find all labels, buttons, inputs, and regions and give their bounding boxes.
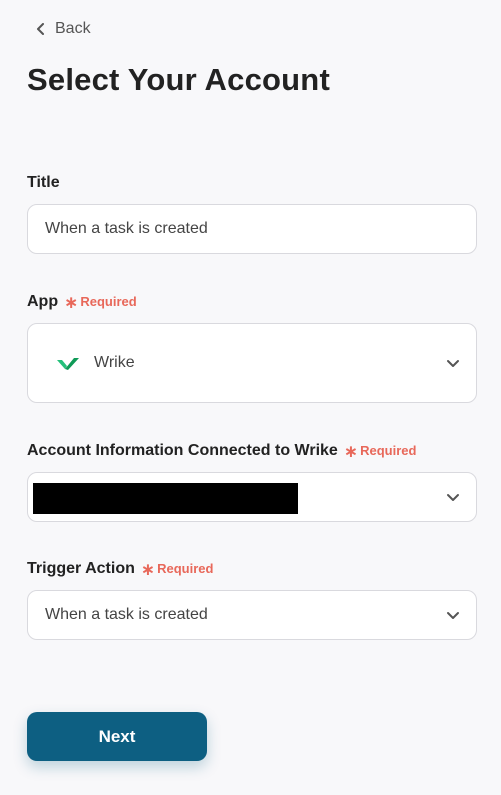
- trigger-field-label: Trigger Action ∗ Required: [27, 559, 214, 579]
- app-select-value: Wrike: [94, 354, 135, 371]
- required-badge: ∗ Required: [141, 559, 214, 578]
- page: Back Select Your Account Title When a ta…: [0, 0, 501, 795]
- trigger-select-value: When a task is created: [45, 606, 208, 623]
- account-field-label: Account Information Connected to Wrike ∗…: [27, 441, 417, 461]
- asterisk-icon: ∗: [343, 442, 359, 461]
- chevron-down-icon: [447, 494, 459, 501]
- wrike-logo-icon: [57, 358, 79, 370]
- trigger-select[interactable]: When a task is created: [27, 590, 477, 640]
- required-badge: ∗ Required: [344, 441, 417, 460]
- title-input-value: When a task is created: [45, 220, 208, 237]
- back-button[interactable]: Back: [35, 20, 91, 38]
- back-label: Back: [55, 20, 91, 37]
- title-label-text: Title: [27, 174, 60, 191]
- required-text: Required: [360, 443, 417, 458]
- required-badge: ∗ Required: [64, 292, 137, 311]
- chevron-down-icon: [447, 612, 459, 619]
- title-input[interactable]: When a task is created: [27, 204, 477, 254]
- app-label-text: App: [27, 292, 59, 310]
- trigger-label-text: Trigger Action: [27, 559, 135, 577]
- redacted-account-value: [33, 483, 298, 514]
- chevron-left-icon: [37, 23, 44, 35]
- account-label-text: Account Information Connected to Wrike: [27, 441, 338, 459]
- next-button[interactable]: Next: [27, 712, 207, 761]
- chevron-down-icon: [447, 360, 459, 367]
- app-select[interactable]: Wrike: [27, 323, 477, 403]
- required-text: Required: [80, 294, 137, 309]
- asterisk-icon: ∗: [64, 293, 79, 312]
- asterisk-icon: ∗: [140, 560, 156, 579]
- app-field-label: App ∗ Required: [27, 292, 137, 312]
- required-text: Required: [157, 561, 214, 576]
- account-select[interactable]: [27, 472, 477, 522]
- title-field-label: Title: [27, 174, 60, 192]
- page-title: Select Your Account: [27, 62, 330, 97]
